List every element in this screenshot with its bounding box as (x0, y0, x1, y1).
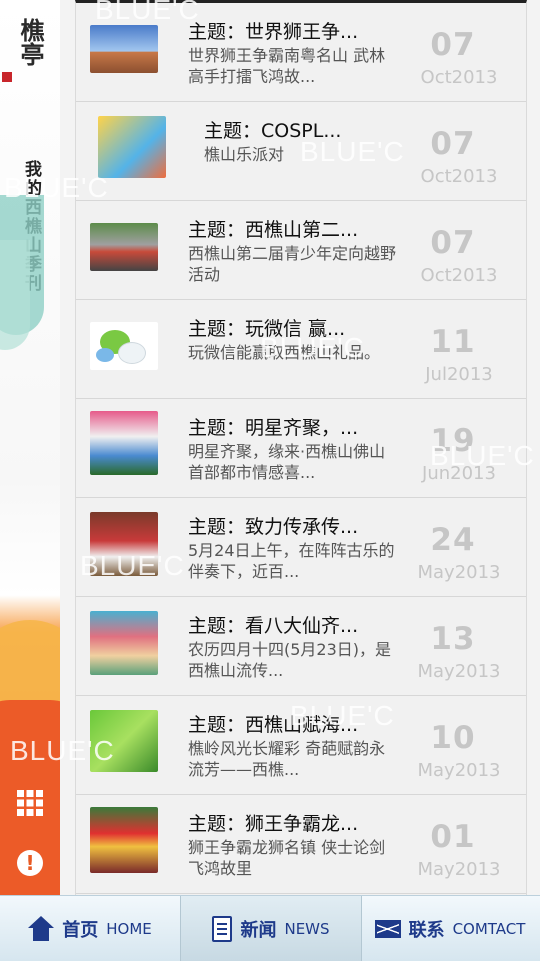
costume-photo (90, 611, 158, 675)
list-item[interactable]: 主题：西樵山第二... 西樵山第二届青少年定向越野活动 07 Oct2013 (76, 201, 526, 300)
news-day: 07 (430, 225, 476, 261)
news-description: 农历四月十四(5月23日)，是西樵山流传... (188, 640, 392, 680)
news-description: 樵岭风光长耀彩 奇葩赋韵永流芳——西樵... (188, 739, 386, 779)
news-description: 5月24日上午，在阵阵古乐的伴奏下，近百... (188, 541, 395, 581)
news-description: 世界狮王争霸南粤名山 武林高手打擂飞鸿故... (188, 46, 386, 86)
grid-icon[interactable] (16, 790, 44, 823)
alert-icon[interactable]: ! (17, 850, 43, 876)
list-item[interactable]: 主题：西樵山赋海... 樵岭风光长耀彩 奇葩赋韵永流芳——西樵... 10 May20… (76, 696, 526, 795)
news-day: 19 (430, 423, 476, 459)
news-title: 主题：西樵山第二... (188, 219, 359, 241)
news-month-year: May2013 (417, 760, 501, 781)
nav-news[interactable]: 新闻 NEWS (180, 896, 362, 961)
news-month-year: Jul2013 (425, 364, 493, 385)
news-day: 07 (430, 126, 476, 162)
stage-photo (90, 411, 158, 475)
nav-contact-en: COMTACT (452, 919, 526, 938)
news-title: 主题：看八大仙齐... (188, 615, 359, 637)
news-month-year: Jun2013 (422, 463, 496, 484)
news-day: 01 (430, 819, 476, 855)
news-day: 11 (430, 324, 476, 360)
news-month-year: May2013 (417, 661, 501, 682)
list-item[interactable]: 主题：看八大仙齐... 农历四月十四(5月23日)，是西樵山流传... 13 May2… (76, 597, 526, 696)
news-month-year: Oct2013 (420, 265, 498, 286)
logo-seal (2, 72, 12, 82)
news-title: 主题：世界狮王争... (188, 21, 359, 43)
mail-icon (374, 919, 401, 938)
brand-logo: 樵亭 (8, 18, 52, 90)
news-title: 主题：西樵山赋海... (188, 714, 359, 736)
news-day: 24 (430, 522, 476, 558)
news-day: 13 (430, 621, 476, 657)
nav-home-cn: 首页 (62, 919, 99, 941)
news-title: 主题：致力传承传... (188, 516, 359, 538)
news-description: 明星齐聚，缘来·西樵山佛山首部都市情感喜... (188, 442, 386, 482)
nav-news-cn: 新闻 (240, 919, 277, 941)
nav-contact-cn: 联系 (408, 919, 445, 941)
side-banner: 樵亭 我的西樵山季刊 ! (0, 0, 60, 960)
nav-home-en: HOME (106, 919, 152, 938)
news-month-year: May2013 (417, 562, 501, 583)
news-month-year: May2013 (417, 859, 501, 880)
ceremony-photo (90, 512, 158, 576)
bottom-nav: 首页 HOME 新闻 NEWS 联系 COMTACT (0, 895, 540, 961)
news-month-year: Oct2013 (420, 67, 498, 88)
list-item[interactable]: 主题：明星齐聚，... 明星齐聚，缘来·西樵山佛山首部都市情感喜... 19 Jun2… (76, 399, 526, 498)
nav-news-en: NEWS (284, 919, 330, 938)
home-icon (28, 915, 55, 942)
green-photo (90, 710, 158, 772)
group-photo (90, 223, 158, 271)
nav-contact[interactable]: 联系 COMTACT (360, 896, 540, 961)
news-day: 10 (430, 720, 476, 756)
wechat-logo (90, 322, 158, 370)
document-icon (212, 915, 233, 942)
poster-photo (98, 116, 166, 178)
news-title: 主题：玩微信 赢... (188, 318, 346, 340)
news-description: 狮王争霸龙狮名镇 侠士论剑飞鸿故里 (188, 838, 386, 878)
list-item[interactable]: 主题：玩微信 赢... 玩微信能赢取西樵山礼品。 11 Jul2013 (76, 300, 526, 399)
news-list: 主题：世界狮王争... 世界狮王争霸南粤名山 武林高手打擂飞鸿故... 07 Oct2… (75, 0, 527, 898)
list-item[interactable]: 主题：COSPL... 樵山乐派对 07 Oct2013 (76, 102, 526, 201)
news-title: 主题：狮王争霸龙... (188, 813, 359, 835)
news-description: 玩微信能赢取西樵山礼品。 (188, 343, 381, 362)
news-day: 07 (430, 27, 476, 63)
lion-dance-photo (90, 807, 158, 873)
list-item[interactable]: 主题：狮王争霸龙... 狮王争霸龙狮名镇 侠士论剑飞鸿故里 01 May2013 (76, 795, 526, 894)
list-item[interactable]: 主题：致力传承传... 5月24日上午，在阵阵古乐的伴奏下，近百... 24 May2… (76, 498, 526, 597)
news-description: 樵山乐派对 (204, 145, 285, 164)
landmark-photo (90, 25, 158, 73)
news-description: 西樵山第二届青少年定向越野活动 (188, 244, 397, 284)
decor-drop (0, 240, 30, 350)
news-title: 主题：COSPL... (204, 120, 342, 142)
list-item[interactable]: 主题：世界狮王争... 世界狮王争霸南粤名山 武林高手打擂飞鸿故... 07 Oct2… (76, 3, 526, 102)
nav-home[interactable]: 首页 HOME (0, 896, 180, 961)
news-title: 主题：明星齐聚，... (188, 417, 359, 439)
logo-text: 樵亭 (16, 18, 45, 66)
news-month-year: Oct2013 (420, 166, 498, 187)
